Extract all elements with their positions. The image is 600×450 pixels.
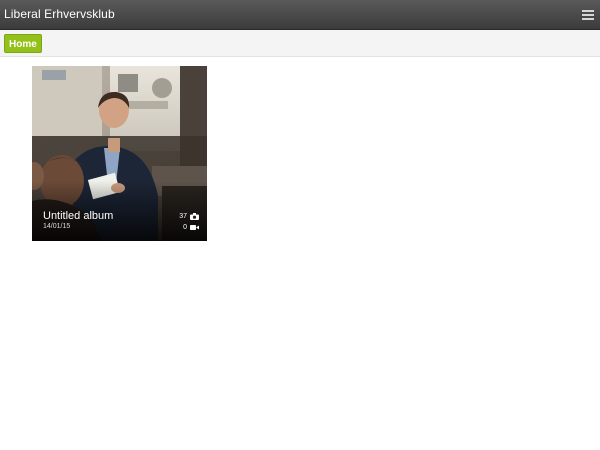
video-count-value: 0 <box>183 224 187 231</box>
site-title[interactable]: Liberal Erhvervsklub <box>4 7 115 21</box>
album-title: Untitled album <box>43 210 114 222</box>
photo-count: 37 <box>179 212 199 221</box>
navigation-bar: Home <box>0 30 600 57</box>
home-button[interactable]: Home <box>4 34 42 53</box>
album-date: 14/01/15 <box>43 223 71 230</box>
hamburger-menu-icon[interactable] <box>582 8 594 21</box>
album-card[interactable]: Untitled album 14/01/15 37 0 <box>32 66 207 241</box>
video-count: 0 <box>183 223 199 232</box>
camera-icon <box>190 213 199 220</box>
photo-count-value: 37 <box>179 213 187 220</box>
video-camera-icon <box>190 225 199 230</box>
top-bar: Liberal Erhvervsklub <box>0 0 600 30</box>
